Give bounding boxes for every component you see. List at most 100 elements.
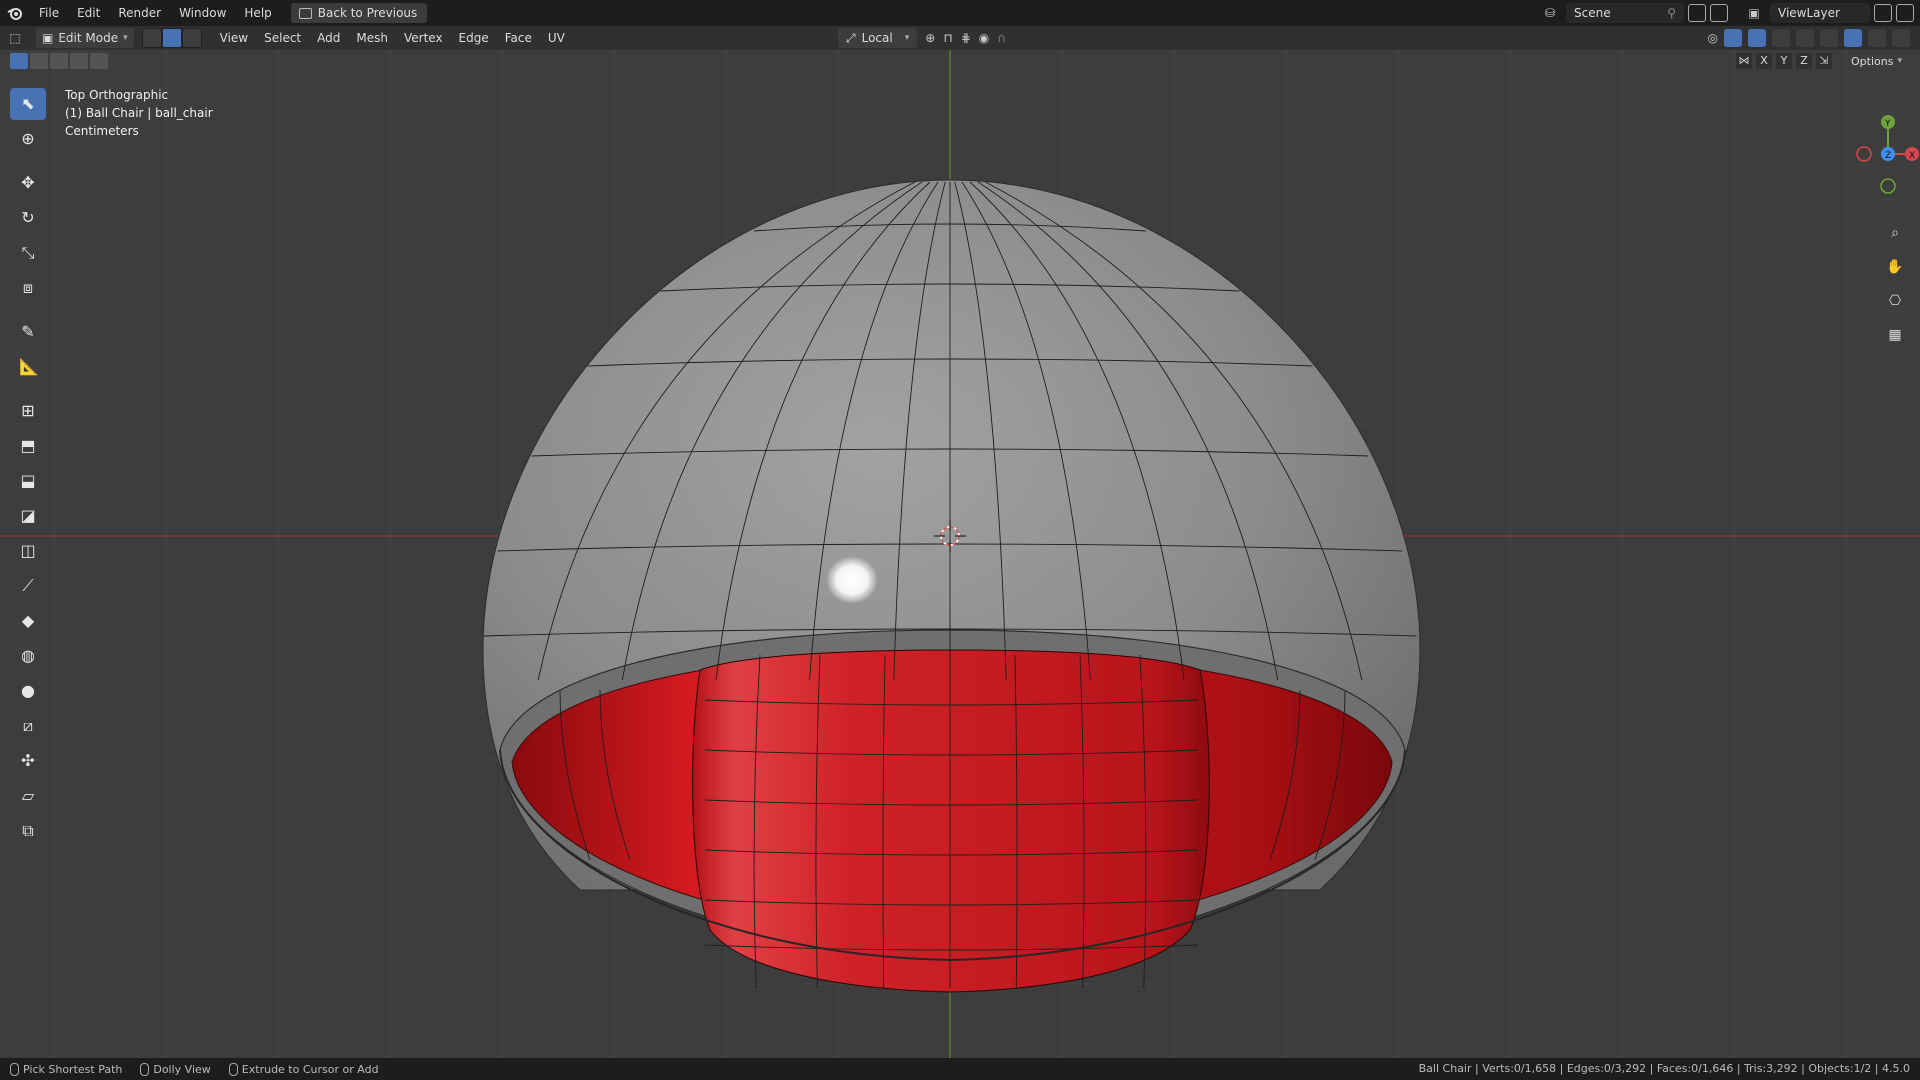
wireframe-shading-icon[interactable] <box>1820 29 1838 47</box>
hint-right-click: Extrude to Cursor or Add <box>228 1062 379 1076</box>
mouse-middle-icon <box>140 1062 150 1076</box>
menu-mesh[interactable]: Mesh <box>348 26 396 50</box>
measure-tool[interactable]: 📐 <box>10 351 46 383</box>
move-tool[interactable]: ✥ <box>10 167 46 199</box>
poly-build-icon: ◆ <box>21 611 35 630</box>
view-layer-field[interactable]: ViewLayer <box>1770 3 1870 23</box>
shrink-fatten-tool[interactable]: ✣ <box>10 745 46 777</box>
loop-cut-tool[interactable]: ◫ <box>10 535 46 567</box>
rotate-tool[interactable]: ↻ <box>10 202 46 234</box>
back-to-previous-button[interactable]: Back to Previous <box>290 3 428 23</box>
select-invert-icon[interactable] <box>70 53 88 69</box>
pin-icon[interactable]: ⚲ <box>1667 6 1676 20</box>
spin-tool[interactable]: ◍ <box>10 640 46 672</box>
select-extend-icon[interactable] <box>30 53 48 69</box>
menu-file[interactable]: File <box>30 0 68 26</box>
material-shading-icon[interactable] <box>1868 29 1886 47</box>
new-scene-icon[interactable] <box>1688 4 1706 22</box>
menu-view[interactable]: View <box>212 26 256 50</box>
gizmo-toggle-icon[interactable] <box>1724 29 1742 47</box>
zoom-icon[interactable]: ⌕ <box>1882 220 1908 246</box>
select-new-icon[interactable] <box>10 53 28 69</box>
overlay-toggle-icon[interactable] <box>1748 29 1766 47</box>
new-view-layer-icon[interactable] <box>1874 4 1892 22</box>
neg-x-gizmo-icon[interactable] <box>1856 146 1872 162</box>
delete-scene-icon[interactable] <box>1710 4 1728 22</box>
navigation-gizmo[interactable]: Y X Z <box>1800 74 1920 194</box>
extrude-region-tool[interactable]: ⬒ <box>10 430 46 462</box>
select-intersect-icon[interactable] <box>90 53 108 69</box>
scale-tool[interactable]: ⤡ <box>10 237 46 269</box>
menu-render[interactable]: Render <box>109 0 170 26</box>
options-dropdown[interactable]: Options ▾ <box>1843 52 1910 70</box>
mode-label: Edit Mode <box>58 31 119 45</box>
menu-select[interactable]: Select <box>256 26 309 50</box>
smooth-tool[interactable]: ● <box>10 675 46 707</box>
view-name: Top Orthographic <box>65 88 169 102</box>
select-mode-row <box>10 53 108 69</box>
editor-type-icon[interactable]: ⬚ <box>0 26 30 50</box>
mode-dropdown[interactable]: ▣ Edit Mode ▾ <box>36 28 134 48</box>
blender-logo-icon[interactable] <box>0 0 30 26</box>
select-subtract-icon[interactable] <box>50 53 68 69</box>
autoMerge-icon[interactable]: ⇲ <box>1816 53 1832 69</box>
inset-faces-tool[interactable]: ⬓ <box>10 465 46 497</box>
vertex-select-icon[interactable] <box>141 28 162 48</box>
proportional-edit-icon[interactable]: ◉ <box>979 31 989 45</box>
solid-shading-icon[interactable] <box>1844 29 1862 47</box>
menu-uv[interactable]: UV <box>540 26 573 50</box>
smooth-icon: ● <box>21 681 35 700</box>
rendered-shading-icon[interactable] <box>1892 29 1910 47</box>
scene-icon[interactable]: ⛁ <box>1538 3 1562 23</box>
xray-toggle-icon[interactable] <box>1796 29 1814 47</box>
bevel-tool[interactable]: ◪ <box>10 500 46 532</box>
annotate-tool[interactable]: ✎ <box>10 316 46 348</box>
poly-build-tool[interactable]: ◆ <box>10 605 46 637</box>
measure-icon: 📐 <box>19 357 39 376</box>
menu-face[interactable]: Face <box>497 26 540 50</box>
3d-viewport[interactable]: Y X Z ⌕ ✋ ⎔ ▦ Top Orthographic (1) Ball … <box>0 50 1920 1058</box>
menu-help[interactable]: Help <box>235 0 280 26</box>
transform-orientation-dropdown[interactable]: ⤢ Local ▾ <box>838 28 918 48</box>
visibility-icon[interactable]: ◎ <box>1708 31 1718 45</box>
menu-edit[interactable]: Edit <box>68 0 109 26</box>
viewport-canvas[interactable] <box>0 50 1920 1058</box>
scene-statistics: Ball Chair | Verts:0/1,658 | Edges:0/3,2… <box>1418 1062 1910 1075</box>
shear-icon: ▱ <box>21 786 35 805</box>
rip-region-tool[interactable]: ⧉ <box>10 815 46 847</box>
menu-edge[interactable]: Edge <box>451 26 497 50</box>
edge-select-icon[interactable] <box>161 28 182 48</box>
view-layer-icon[interactable]: ▣ <box>1742 3 1766 23</box>
rip-icon: ⧉ <box>22 821 34 840</box>
pivot-point-icon[interactable]: ⊕ <box>925 31 935 45</box>
neg-y-gizmo-icon[interactable] <box>1880 178 1896 194</box>
transform-tool[interactable]: ⧈ <box>10 272 46 304</box>
snap-target-icon[interactable]: ⋕ <box>961 31 971 45</box>
ortho-grid-icon[interactable]: ▦ <box>1882 322 1908 348</box>
mirror-y-toggle[interactable]: Y <box>1776 53 1792 69</box>
ball-chair-mesh[interactable] <box>482 179 1421 993</box>
edge-slide-tool[interactable]: ⧄ <box>10 710 46 742</box>
butterfly-icon[interactable]: ⋈ <box>1736 53 1752 69</box>
select-box-tool[interactable]: ⬉ <box>10 88 46 120</box>
mesh-edit-overlay-icon[interactable] <box>1772 29 1790 47</box>
object-info: (1) Ball Chair | ball_chair <box>65 106 213 120</box>
cursor-tool[interactable]: ⊕ <box>10 123 46 155</box>
menu-window[interactable]: Window <box>170 0 235 26</box>
delete-view-layer-icon[interactable] <box>1896 4 1914 22</box>
snap-icon[interactable]: ⊓ <box>943 31 952 45</box>
svg-text:X: X <box>1909 151 1915 161</box>
mirror-z-toggle[interactable]: Z <box>1796 53 1812 69</box>
pan-hand-icon[interactable]: ✋ <box>1882 254 1908 280</box>
falloff-icon[interactable]: ∩ <box>997 31 1006 45</box>
knife-tool[interactable]: ⟋ <box>10 570 46 602</box>
menu-add[interactable]: Add <box>309 26 348 50</box>
camera-view-icon[interactable]: ⎔ <box>1882 288 1908 314</box>
add-cube-tool[interactable]: ⊞ <box>10 395 46 427</box>
chevron-down-icon: ▾ <box>904 33 910 43</box>
shear-tool[interactable]: ▱ <box>10 780 46 812</box>
scene-field[interactable]: Scene ⚲ <box>1566 3 1684 23</box>
face-select-icon[interactable] <box>181 28 202 48</box>
menu-vertex[interactable]: Vertex <box>396 26 451 50</box>
mirror-x-toggle[interactable]: X <box>1756 53 1772 69</box>
